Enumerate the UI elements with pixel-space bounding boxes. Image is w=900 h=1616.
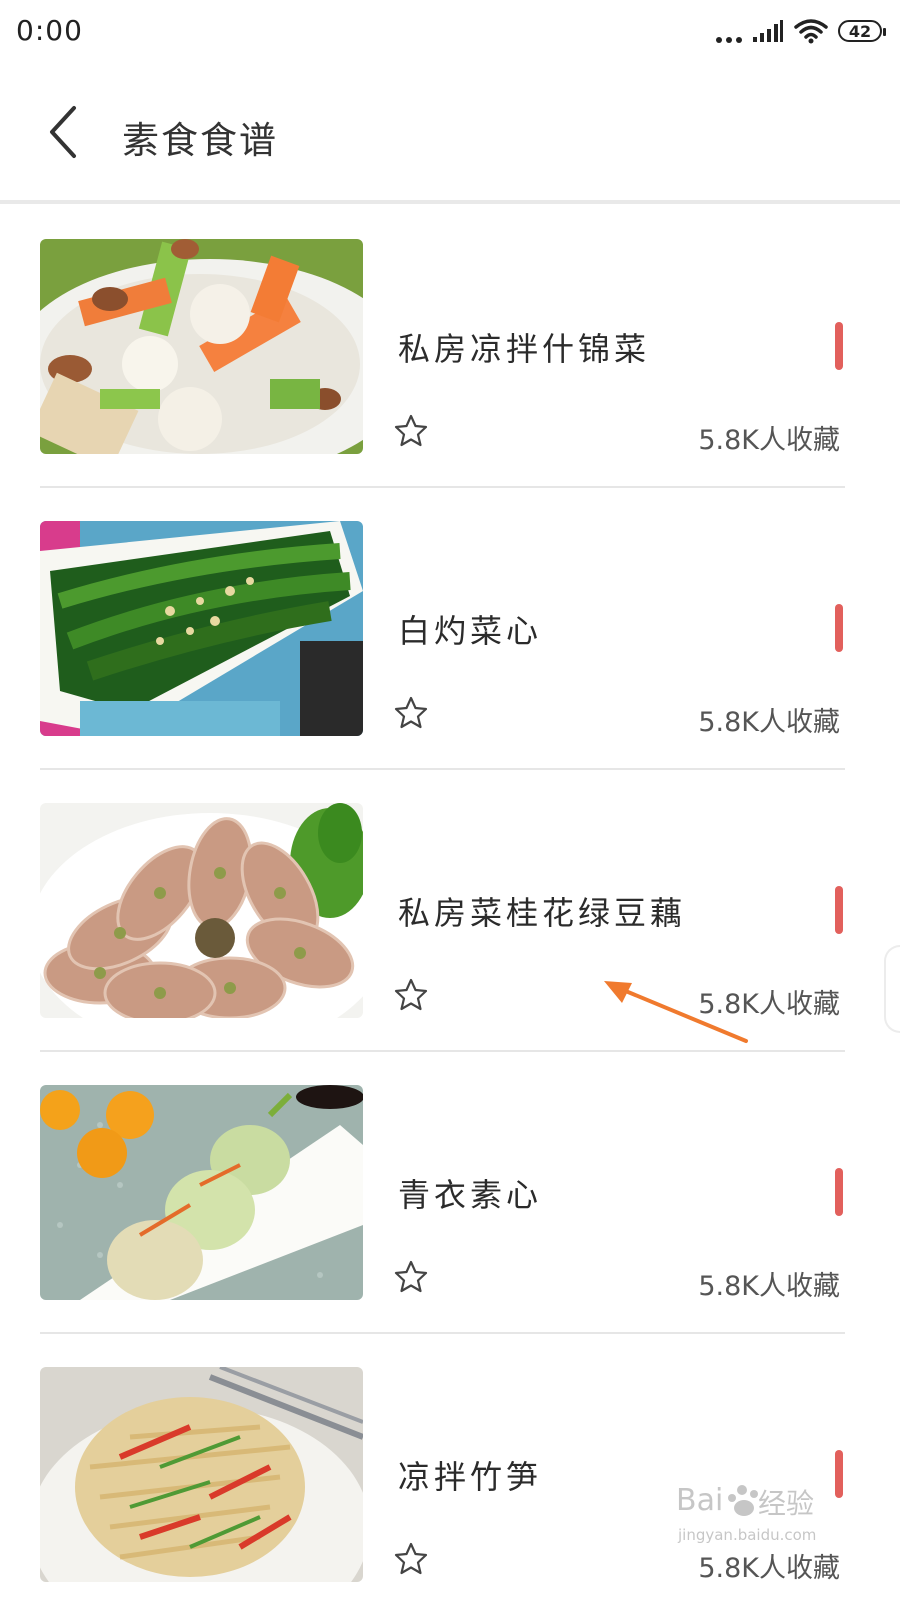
wifi-icon (794, 19, 828, 44)
status-bar: 0:00 42 (0, 0, 900, 64)
chevron-left-icon[interactable] (40, 102, 90, 162)
status-icons: 42 (716, 16, 886, 46)
recipe-title[interactable]: 白灼菜心 (398, 606, 542, 652)
recipe-title[interactable]: 私房凉拌什锦菜 (398, 324, 650, 370)
status-time: 0:00 (16, 14, 83, 47)
recipe-title[interactable]: 私房菜桂花绿豆藕 (398, 888, 686, 934)
battery-level: 42 (848, 21, 872, 41)
star-outline-icon[interactable] (394, 414, 428, 448)
accent-bar (835, 604, 843, 652)
watermark-url: jingyan.baidu.com (678, 1526, 817, 1544)
star-outline-icon[interactable] (394, 696, 428, 730)
app-header: 素食食谱 (0, 64, 900, 204)
more-dots-icon (716, 19, 742, 43)
recipe-image-boiled-choy-sum[interactable] (40, 521, 363, 736)
recipe-item[interactable]: 私房菜桂花绿豆藕 5.8K人收藏 (0, 770, 900, 1052)
battery-icon: 42 (838, 20, 886, 42)
favorite-count: 5.8K人收藏 (698, 425, 840, 456)
accent-bar (835, 886, 843, 934)
recipe-title[interactable]: 凉拌竹笋 (398, 1452, 542, 1498)
recipe-item[interactable]: 私房凉拌什锦菜 5.8K人收藏 (0, 206, 900, 488)
star-outline-icon[interactable] (394, 1542, 428, 1576)
recipe-item[interactable]: 凉拌竹笋 5.8K人收藏 (0, 1334, 900, 1616)
accent-bar (835, 322, 843, 370)
watermark: Bai 经验 jingyan.baidu.com (672, 1476, 842, 1552)
annotation-arrow-icon (604, 981, 748, 1043)
favorite-count: 5.8K人收藏 (698, 707, 840, 738)
star-outline-icon[interactable] (394, 1260, 428, 1294)
recipe-image-lotus-root[interactable] (40, 803, 363, 1018)
recipe-item[interactable]: 青衣素心 5.8K人收藏 (0, 1052, 900, 1334)
edge-swipe-handle[interactable] (884, 945, 900, 1033)
recipe-list: 私房凉拌什锦菜 5.8K人收藏 白灼菜心 5.8K人收藏 私房菜桂花绿豆藕 5.… (0, 206, 900, 1616)
recipe-image-cabbage-parcels[interactable] (40, 1085, 363, 1300)
baidu-paw-icon: Bai (676, 1483, 758, 1518)
favorite-count: 5.8K人收藏 (698, 1271, 840, 1302)
recipe-image-bamboo-shoots[interactable] (40, 1367, 363, 1582)
recipe-image-mixed-vegetables[interactable] (40, 239, 363, 454)
recipe-title[interactable]: 青衣素心 (398, 1170, 542, 1216)
recipe-item[interactable]: 白灼菜心 5.8K人收藏 (0, 488, 900, 770)
signal-icon (753, 20, 783, 42)
watermark-text: 经验 (758, 1487, 815, 1520)
accent-bar (835, 1168, 843, 1216)
watermark-brand: Bai (676, 1483, 723, 1518)
page-title: 素食食谱 (122, 119, 278, 162)
star-outline-icon[interactable] (394, 978, 428, 1012)
